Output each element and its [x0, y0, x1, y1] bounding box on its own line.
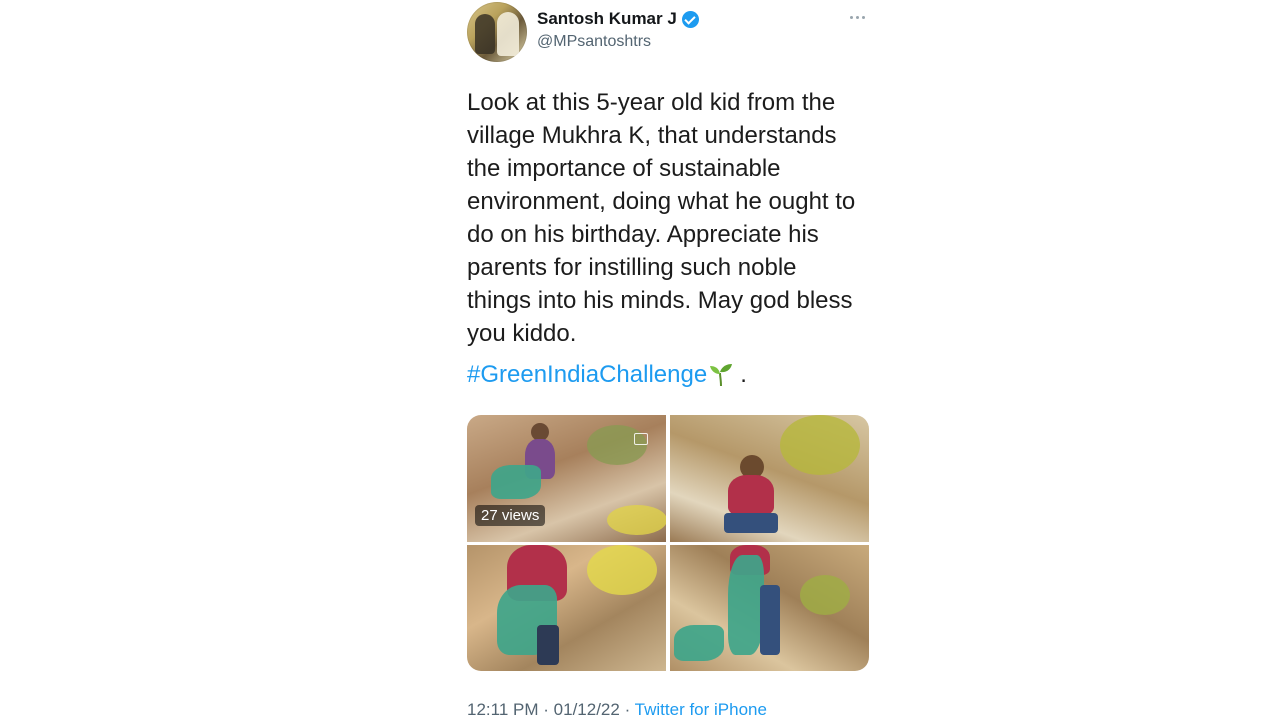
- media-grid: 27 views: [467, 415, 869, 671]
- author-handle[interactable]: @MPsantoshtrs: [537, 33, 651, 51]
- tweet-text-line: parents for instilling such noble: [467, 254, 797, 281]
- author-display-name[interactable]: Santosh Kumar J: [537, 9, 699, 29]
- hashtag-suffix: .: [740, 361, 747, 388]
- tweet-text-line: things into his minds. May god bless: [467, 287, 853, 314]
- hashtag-row: #GreenIndiaChallenge .: [467, 358, 747, 391]
- separator: ·: [624, 700, 631, 719]
- more-options-icon[interactable]: [850, 12, 868, 22]
- tweet-source-link[interactable]: Twitter for iPhone: [635, 700, 767, 719]
- photo-4[interactable]: [670, 545, 869, 671]
- photo-2[interactable]: [670, 415, 869, 542]
- tweet-text-line: Look at this 5-year old kid from the: [467, 89, 836, 116]
- tweet-text-line: you kiddo.: [467, 320, 577, 347]
- tweet-text: Look at this 5-year old kid from the vil…: [467, 86, 887, 350]
- verified-badge-icon: [681, 10, 699, 28]
- tweet-card: Santosh Kumar J @MPsantoshtrs Look at th…: [0, 0, 1280, 720]
- tweet-footer: 12:11 PM · 01/12/22 · Twitter for iPhone: [467, 700, 767, 720]
- views-badge: 27 views: [475, 505, 546, 526]
- camera-icon: [634, 433, 648, 445]
- avatar[interactable]: [467, 2, 527, 62]
- separator: ·: [543, 700, 549, 719]
- tweet-time[interactable]: 12:11 PM: [467, 700, 539, 719]
- photo-1[interactable]: 27 views: [467, 415, 666, 542]
- author-name-text: Santosh Kumar J: [537, 9, 677, 28]
- hashtag-link[interactable]: #GreenIndiaChallenge: [467, 358, 707, 391]
- avatar-figure-left: [475, 14, 495, 54]
- tweet-text-line: environment, doing what he ought to: [467, 188, 856, 215]
- tweet-date[interactable]: 01/12/22: [554, 700, 620, 719]
- photo-3[interactable]: [467, 545, 666, 671]
- avatar-figure-right: [497, 12, 519, 56]
- tweet-text-line: do on his birthday. Appreciate his: [467, 221, 819, 248]
- tweet-text-line: village Mukhra K, that understands: [467, 122, 837, 149]
- tweet-text-line: the importance of sustainable: [467, 155, 781, 182]
- sprout-icon: [710, 363, 733, 386]
